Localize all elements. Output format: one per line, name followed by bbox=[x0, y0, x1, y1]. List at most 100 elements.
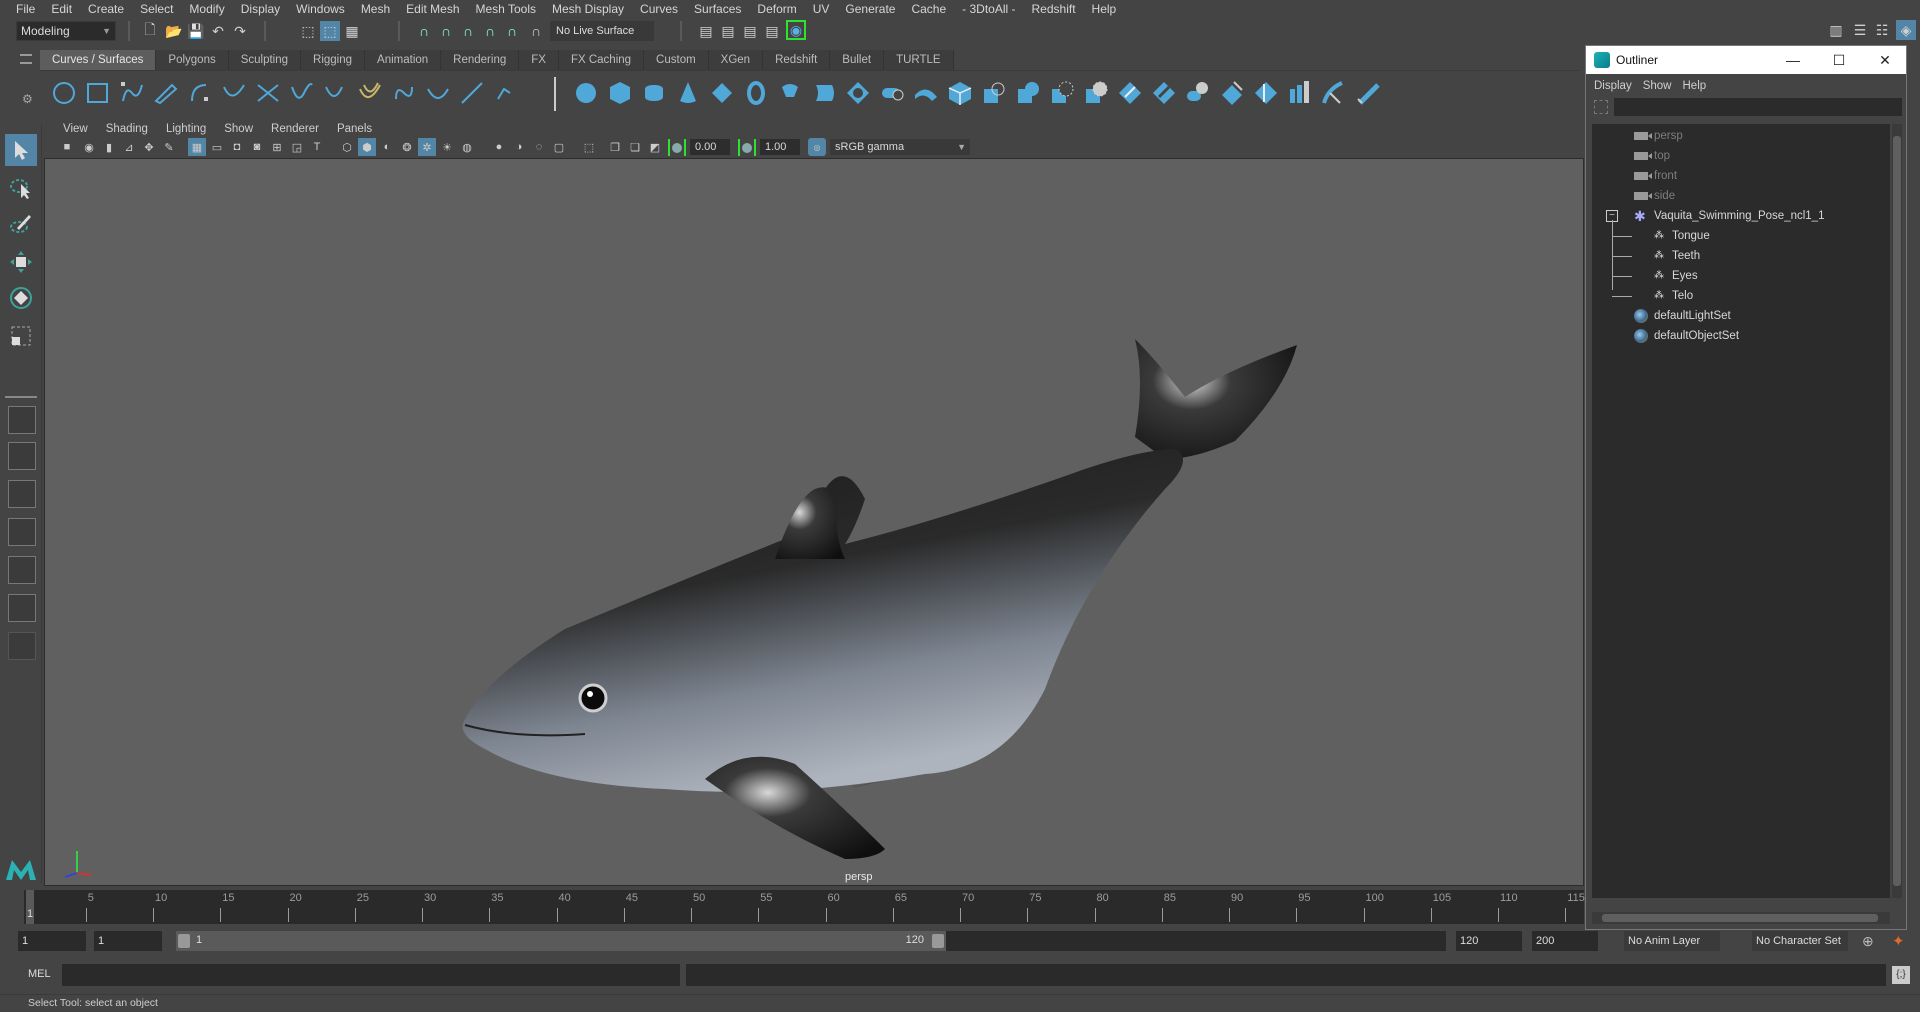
untrim-icon[interactable] bbox=[1116, 79, 1144, 107]
nurbs-plane-icon[interactable] bbox=[708, 79, 736, 107]
custom-layout-icon[interactable] bbox=[8, 632, 36, 660]
detach-surface-icon[interactable] bbox=[1150, 79, 1178, 107]
tab-polygons[interactable]: Polygons bbox=[156, 50, 229, 70]
render-history-icon[interactable]: ▤ bbox=[696, 21, 716, 41]
sculpt-geometry-icon[interactable] bbox=[1354, 79, 1382, 107]
new-scene-icon[interactable]: 🗋 bbox=[140, 21, 160, 41]
attribute-editor-icon[interactable]: ☰ bbox=[1850, 20, 1870, 40]
boolean-intersect-icon[interactable] bbox=[1048, 79, 1076, 107]
time-slider[interactable]: 1 5 10 15 20 25 30 35 40 45 50 55 60 65 70 75 80 85 90 95 1… bbox=[24, 890, 1585, 924]
loft-icon[interactable] bbox=[810, 79, 838, 107]
vaquita-model[interactable] bbox=[45, 159, 1584, 886]
character-set-dropdown[interactable]: No Character Set bbox=[1752, 931, 1848, 951]
render-frame-icon[interactable]: ▤ bbox=[718, 21, 738, 41]
select-tool-icon[interactable] bbox=[5, 134, 37, 166]
use-all-lights-icon[interactable]: ✲ bbox=[418, 138, 436, 156]
anim-layer-dropdown[interactable]: No Anim Layer bbox=[1624, 931, 1720, 951]
tree-item-eyes[interactable]: ⁂ Eyes bbox=[1592, 266, 1882, 286]
extend-surface-icon[interactable] bbox=[1286, 79, 1314, 107]
menu-create[interactable]: Create bbox=[80, 0, 132, 18]
birail-icon[interactable] bbox=[912, 79, 940, 107]
viewport-menu-lighting[interactable]: Lighting bbox=[157, 123, 215, 135]
cv-curve-tool-icon[interactable] bbox=[118, 79, 146, 107]
revolve-icon[interactable] bbox=[776, 79, 804, 107]
ambient-occlusion-icon[interactable]: ◍ bbox=[458, 138, 476, 156]
tab-fx-caching[interactable]: FX Caching bbox=[558, 50, 645, 70]
menu-edit-mesh[interactable]: Edit Mesh bbox=[398, 0, 467, 18]
tab-xgen[interactable]: XGen bbox=[708, 50, 764, 70]
tab-sculpting[interactable]: Sculpting bbox=[228, 50, 302, 70]
nurbs-circle-icon[interactable] bbox=[50, 79, 78, 107]
arc-tool-icon[interactable] bbox=[186, 79, 214, 107]
menu-edit[interactable]: Edit bbox=[43, 0, 80, 18]
menu-mesh-tools[interactable]: Mesh Tools bbox=[468, 0, 544, 18]
curve-editing-icon[interactable] bbox=[458, 79, 486, 107]
menu-uv[interactable]: UV bbox=[805, 0, 838, 18]
menu-mesh-display[interactable]: Mesh Display bbox=[544, 0, 632, 18]
save-scene-icon[interactable]: 💾 bbox=[186, 21, 206, 41]
menu-modify[interactable]: Modify bbox=[181, 0, 232, 18]
menu-3dtoall[interactable]: - 3DtoAll - bbox=[954, 0, 1023, 18]
motion-blur-icon[interactable]: ● bbox=[490, 138, 508, 156]
scroll-thumb[interactable] bbox=[1893, 136, 1901, 886]
range-slider[interactable]: 1 120 bbox=[176, 931, 946, 951]
tree-item-side[interactable]: side bbox=[1592, 186, 1882, 206]
tree-item-tongue[interactable]: ⁂ Tongue bbox=[1592, 226, 1882, 246]
snap-point-icon[interactable]: ∩ bbox=[458, 21, 478, 41]
close-button[interactable]: ✕ bbox=[1870, 50, 1900, 70]
tab-turtle[interactable]: TURTLE bbox=[884, 50, 954, 70]
single-perspective-layout-icon[interactable] bbox=[8, 406, 36, 434]
offset-curve-icon[interactable] bbox=[356, 79, 384, 107]
channel-box-icon[interactable]: ◈ bbox=[1896, 20, 1916, 40]
menu-display[interactable]: Display bbox=[233, 0, 288, 18]
rotate-tool-icon[interactable] bbox=[5, 282, 37, 314]
outliner-title-bar[interactable]: Outliner — ☐ ✕ bbox=[1586, 46, 1906, 74]
maximize-button[interactable]: ☐ bbox=[1824, 50, 1854, 70]
add-points-icon[interactable] bbox=[424, 79, 452, 107]
tab-rendering[interactable]: Rendering bbox=[441, 50, 520, 70]
film-gate-icon[interactable]: ▭ bbox=[208, 138, 226, 156]
animation-start-field[interactable]: 1 bbox=[18, 931, 86, 951]
multisample-aa-icon[interactable]: ◑ bbox=[510, 138, 528, 156]
rebuild-curve-icon[interactable] bbox=[390, 79, 418, 107]
tab-curves-surfaces[interactable]: Curves / Surfaces bbox=[40, 50, 157, 70]
range-start-handle[interactable] bbox=[178, 934, 190, 948]
hypershade-persp-layout-icon[interactable] bbox=[8, 556, 36, 584]
redo-icon[interactable]: ↷ bbox=[230, 21, 250, 41]
tree-item-default-light-set[interactable]: defaultLightSet bbox=[1592, 306, 1882, 326]
grease-pencil-icon[interactable]: ✎ bbox=[160, 138, 178, 156]
xray-joints-icon[interactable]: ❐ bbox=[606, 138, 624, 156]
nurbs-sphere-icon[interactable] bbox=[572, 79, 600, 107]
minimize-button[interactable]: — bbox=[1778, 50, 1808, 70]
scale-tool-icon[interactable] bbox=[5, 320, 37, 352]
outliner-menu-help[interactable]: Help bbox=[1681, 76, 1716, 96]
live-surface-field[interactable]: No Live Surface bbox=[550, 21, 654, 41]
viewport-menu-panels[interactable]: Panels bbox=[328, 123, 381, 135]
snap-live-icon[interactable]: ∩ bbox=[526, 21, 546, 41]
select-component-icon[interactable]: ▦ bbox=[342, 21, 362, 41]
snap-view-plane-icon[interactable]: ∩ bbox=[480, 21, 500, 41]
outliner-menu-show[interactable]: Show bbox=[1641, 76, 1681, 96]
menu-surfaces[interactable]: Surfaces bbox=[686, 0, 749, 18]
select-hierarchy-icon[interactable]: ⬚ bbox=[298, 21, 318, 41]
pencil-curve-tool-icon[interactable] bbox=[152, 79, 180, 107]
view-transform-dropdown[interactable]: sRGB gamma ▼ bbox=[830, 139, 970, 155]
snap-grid-icon[interactable]: ∩ bbox=[414, 21, 434, 41]
menu-mesh[interactable]: Mesh bbox=[353, 0, 398, 18]
viewport-menu-view[interactable]: View bbox=[54, 123, 97, 135]
persp-outliner-layout-icon[interactable] bbox=[8, 480, 36, 508]
2d-pan-zoom-icon[interactable]: ✥ bbox=[140, 138, 158, 156]
gate-mask-icon[interactable]: ◙ bbox=[248, 138, 266, 156]
menu-curves[interactable]: Curves bbox=[632, 0, 686, 18]
insert-isoparms-icon[interactable] bbox=[1252, 79, 1280, 107]
undo-icon[interactable]: ↶ bbox=[208, 21, 228, 41]
menu-set-dropdown[interactable]: Modeling ▼ bbox=[16, 21, 116, 41]
xray-icon[interactable]: ⬚ bbox=[580, 138, 598, 156]
tab-fx[interactable]: FX bbox=[519, 50, 559, 70]
safe-action-icon[interactable]: ◲ bbox=[288, 138, 306, 156]
snap-surface-icon[interactable]: ∩ bbox=[502, 21, 522, 41]
boolean-union-icon[interactable] bbox=[980, 79, 1008, 107]
move-tool-icon[interactable] bbox=[5, 246, 37, 278]
menu-cache[interactable]: Cache bbox=[903, 0, 954, 18]
planar-icon[interactable] bbox=[844, 79, 872, 107]
